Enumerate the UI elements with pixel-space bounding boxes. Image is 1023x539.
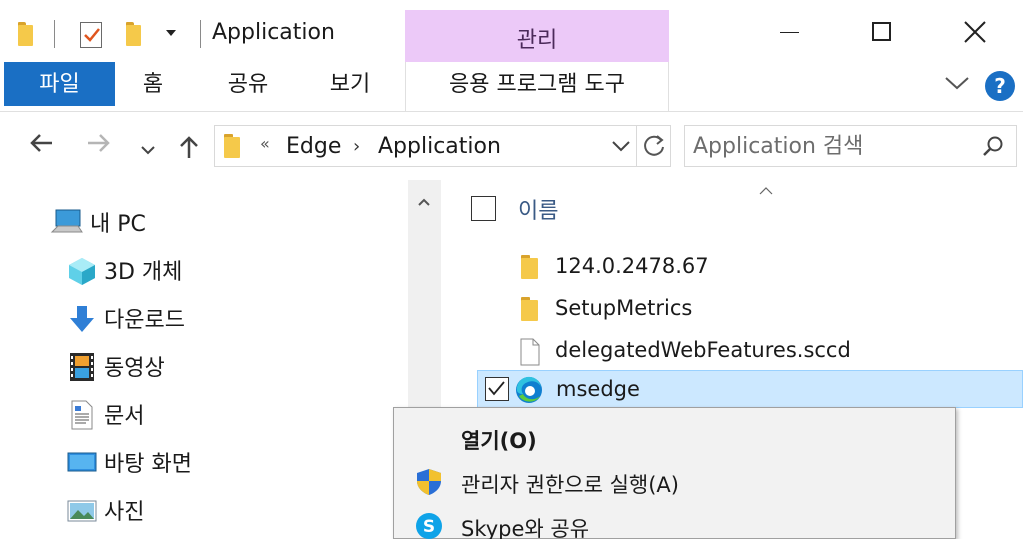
back-button[interactable]	[28, 132, 54, 158]
breadcrumb-edge[interactable]: Edge	[286, 134, 341, 159]
chevron-up-icon	[418, 198, 430, 206]
breadcrumb-separator[interactable]: ›	[353, 136, 360, 157]
menu-item-share-skype[interactable]: S Skype와 공유	[394, 503, 955, 539]
skype-icon: S	[414, 511, 444, 539]
refresh-icon	[644, 135, 664, 156]
up-button[interactable]	[178, 134, 200, 164]
file-name: SetupMetrics	[555, 296, 693, 320]
select-all-checkbox[interactable]	[471, 196, 496, 221]
nav-item-label: 바탕 화면	[104, 452, 192, 477]
menu-item-label: 관리자 권한으로 실행(A)	[461, 473, 679, 497]
3d-objects-icon	[66, 256, 98, 292]
properties-check-icon[interactable]	[80, 22, 102, 48]
ribbon-tabs: 파일 홈 공유 보기 응용 프로그램 도구 ?	[0, 62, 1023, 112]
tab-view[interactable]: 보기	[310, 62, 390, 106]
minimize-button[interactable]	[770, 16, 810, 48]
download-arrow-icon	[66, 304, 98, 340]
file-row[interactable]: SetupMetrics	[477, 290, 1023, 328]
recent-locations-button[interactable]	[140, 140, 156, 159]
tab-application-tools[interactable]: 응용 프로그램 도구	[405, 62, 669, 112]
row-checkbox[interactable]	[485, 377, 509, 401]
title-bar: Application 관리	[0, 0, 1023, 62]
tab-home[interactable]: 홈	[118, 62, 188, 106]
close-icon	[964, 21, 986, 43]
back-arrow-icon	[30, 134, 52, 152]
contextual-group-label: 관리	[516, 28, 558, 53]
search-input[interactable]	[693, 130, 973, 162]
menu-item-label: Skype와 공유	[461, 517, 590, 539]
svg-text:S: S	[423, 517, 435, 537]
scroll-up-button[interactable]	[417, 192, 431, 211]
folder-icon	[520, 254, 540, 284]
file-row-selected[interactable]: msedge	[477, 370, 1023, 408]
tab-share[interactable]: 공유	[205, 62, 291, 106]
chevron-down-icon	[612, 141, 630, 152]
search-box[interactable]	[684, 125, 1017, 167]
nav-item-label: 3D 개체	[104, 260, 183, 285]
file-name: delegatedWebFeatures.sccd	[555, 338, 851, 362]
up-arrow-icon	[180, 136, 198, 158]
checkmark-icon	[488, 381, 505, 396]
nav-item-label: 문서	[104, 404, 145, 429]
menu-item-open[interactable]: 열기(O)	[394, 415, 955, 459]
file-name: 124.0.2478.67	[555, 254, 709, 278]
window-title: Application	[212, 20, 335, 45]
navigation-pane: 내 PC 3D 개체 다운로드 동영상 문서 바탕 화면 사진	[0, 180, 408, 539]
file-name: msedge	[556, 377, 640, 401]
file-icon	[520, 338, 540, 370]
new-folder-icon[interactable]	[126, 22, 141, 46]
column-header-name[interactable]: 이름	[518, 193, 558, 225]
search-icon[interactable]	[981, 134, 1005, 162]
refresh-button[interactable]	[636, 126, 671, 166]
navigation-bar: « Edge › Application	[0, 112, 1023, 180]
nav-item-label: 다운로드	[104, 308, 185, 333]
video-film-icon	[66, 352, 98, 388]
folder-icon	[520, 296, 540, 326]
chevron-down-icon	[945, 77, 969, 90]
nav-item-label: 사진	[104, 500, 145, 525]
document-icon	[66, 400, 98, 436]
file-row[interactable]: 124.0.2478.67	[477, 248, 1023, 286]
tab-file[interactable]: 파일	[4, 62, 115, 106]
expand-ribbon-button[interactable]	[944, 74, 970, 96]
computer-icon	[50, 208, 84, 242]
context-menu: 열기(O) 관리자 권한으로 실행(A) S Skype와 공유	[393, 407, 956, 539]
uac-shield-icon	[414, 467, 444, 501]
folder-icon[interactable]	[18, 22, 33, 46]
edge-icon	[515, 376, 543, 408]
address-overflow[interactable]: «	[260, 134, 270, 153]
menu-item-label: 열기(O)	[461, 429, 537, 453]
breadcrumb-application[interactable]: Application	[378, 134, 501, 159]
pictures-icon	[66, 496, 98, 532]
menu-item-run-as-admin[interactable]: 관리자 권한으로 실행(A)	[394, 459, 955, 503]
address-bar[interactable]: « Edge › Application	[214, 125, 671, 167]
close-button[interactable]	[955, 16, 995, 48]
help-button[interactable]: ?	[985, 71, 1015, 101]
forward-button[interactable]	[86, 132, 112, 158]
customize-dropdown-icon[interactable]	[166, 30, 176, 36]
file-row[interactable]: delegatedWebFeatures.sccd	[477, 332, 1023, 370]
sort-ascending-icon	[759, 180, 773, 199]
address-dropdown-button[interactable]	[611, 138, 631, 157]
maximize-button[interactable]	[862, 16, 902, 48]
contextual-tab-group: 관리	[405, 10, 669, 62]
nav-item-label: 내 PC	[90, 212, 146, 237]
folder-icon	[223, 134, 243, 162]
forward-arrow-icon	[88, 134, 110, 152]
chevron-down-icon	[141, 146, 155, 155]
quick-access-separator	[54, 20, 55, 48]
desktop-icon	[66, 448, 98, 484]
nav-item-label: 동영상	[104, 356, 165, 381]
title-separator	[200, 20, 201, 48]
